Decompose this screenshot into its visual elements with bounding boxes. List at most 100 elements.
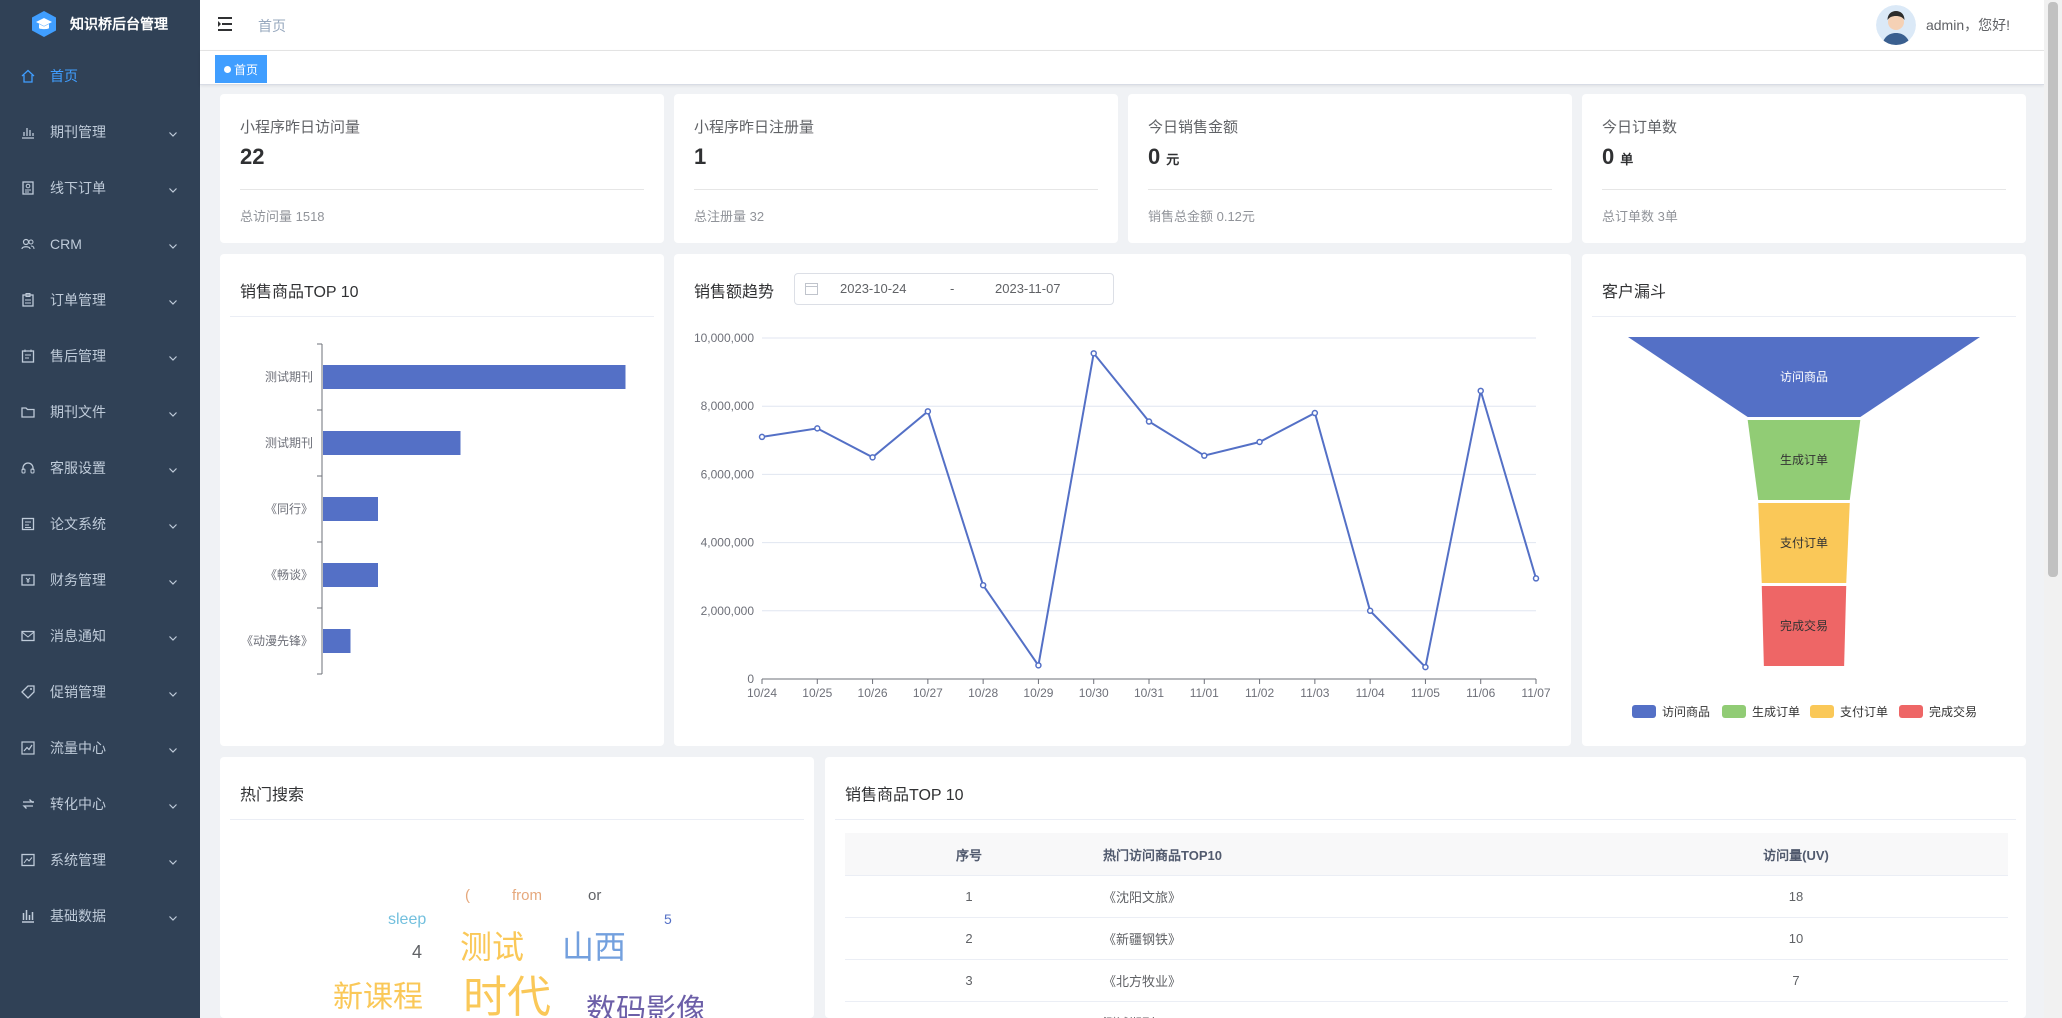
stat-footer: 总注册量 32 <box>694 209 765 224</box>
data-point[interactable] <box>1090 350 1097 357</box>
home-icon <box>20 68 36 84</box>
data-point[interactable] <box>758 433 766 441</box>
data-point[interactable] <box>1201 452 1208 459</box>
stat-title: 小程序昨日访问量 <box>240 119 361 136</box>
sidebar-item-14[interactable]: 系统管理 <box>0 832 200 888</box>
sidebar-item-label: 线下订单 <box>50 180 106 196</box>
category-label: 测试期刊 <box>265 435 313 450</box>
search-keyword[interactable]: 新课程 <box>333 972 423 1016</box>
divider <box>230 316 654 317</box>
search-keyword[interactable]: or <box>588 887 601 904</box>
tag-home[interactable]: 首页 <box>215 55 268 83</box>
data-point[interactable] <box>1311 409 1319 417</box>
message-icon <box>20 628 36 644</box>
legend-item[interactable]: 生成订单 <box>1722 705 1800 719</box>
brand[interactable]: 知识桥后台管理 <box>0 0 200 48</box>
chevron-down-icon <box>168 630 178 641</box>
table-cell: 2 <box>845 917 1093 960</box>
user-menu[interactable]: admin，您好! <box>1875 5 2010 45</box>
table-row[interactable]: 2 《新疆钢铁》 10 <box>845 917 2008 960</box>
menu-toggle-icon[interactable] <box>217 15 235 33</box>
sidebar-item-1[interactable]: 期刊管理 <box>0 104 200 160</box>
sidebar-item-label: 转化中心 <box>50 796 106 812</box>
data-point[interactable] <box>869 454 876 461</box>
date-range-picker[interactable]: 2023-10-24 - 2023-11-07 <box>794 273 1114 305</box>
legend-item[interactable]: 完成交易 <box>1899 704 1977 719</box>
chevron-down-icon <box>168 126 178 137</box>
sidebar-item-8[interactable]: 论文系统 <box>0 496 200 552</box>
search-keyword[interactable]: 数码影像 <box>586 985 706 1018</box>
data-point[interactable] <box>814 425 821 432</box>
sidebar-item-0[interactable]: 首页 <box>0 48 200 104</box>
bar[interactable] <box>323 431 461 455</box>
page-scrollbar[interactable] <box>2044 0 2062 1018</box>
legend-swatch <box>1722 705 1746 718</box>
sidebar-item-15[interactable]: 基础数据 <box>0 888 200 944</box>
sidebar-item-6[interactable]: 期刊文件 <box>0 384 200 440</box>
table-row[interactable]: 4测试期刊6 <box>845 1001 2008 1018</box>
legend-label: 生成订单 <box>1752 705 1800 719</box>
sidebar-item-7[interactable]: 客服设置 <box>0 440 200 496</box>
end-date-input[interactable]: 2023-11-07 <box>995 281 1061 296</box>
sidebar-item-12[interactable]: 流量中心 <box>0 720 200 776</box>
x-tick-label: 10/30 <box>1079 686 1109 700</box>
search-keyword[interactable]: sleep <box>388 911 426 929</box>
search-keyword[interactable]: 时代 <box>463 961 551 1018</box>
data-point[interactable] <box>1145 418 1153 425</box>
legend-label: 访问商品 <box>1662 704 1710 719</box>
legend-item[interactable]: 支付订单 <box>1810 705 1888 719</box>
start-date-input[interactable]: 2023-10-24 <box>840 281 907 296</box>
avatar[interactable] <box>1875 5 1916 45</box>
table-row[interactable]: 3 《北方牧业》 7 <box>845 959 2008 1002</box>
search-keyword[interactable]: ( <box>465 887 470 904</box>
sidebar-item-4[interactable]: 订单管理 <box>0 272 200 328</box>
data-point[interactable] <box>1035 662 1042 669</box>
data-point[interactable] <box>1532 575 1540 582</box>
paper-icon <box>20 516 36 532</box>
bar[interactable] <box>323 629 351 653</box>
bar[interactable] <box>323 563 378 587</box>
data-point[interactable] <box>1477 387 1484 395</box>
chevron-down-icon <box>168 686 178 697</box>
sidebar-item-13[interactable]: 转化中心 <box>0 776 200 832</box>
panel-title: 热门搜索 <box>240 787 305 804</box>
search-keyword[interactable]: 4 <box>412 942 422 963</box>
divider <box>1602 189 2006 190</box>
stat-card-orders: 今日订单数 0单 总订单数 3单 <box>1582 94 2026 243</box>
sidebar-item-3[interactable]: CRM <box>0 216 200 272</box>
sidebar-item-5[interactable]: 售后管理 <box>0 328 200 384</box>
x-tick-label: 11/01 <box>1190 686 1219 700</box>
search-keyword[interactable]: from <box>512 887 542 904</box>
bar[interactable] <box>323 365 626 389</box>
chevron-down-icon <box>168 518 178 529</box>
sidebar-item-10[interactable]: 消息通知 <box>0 608 200 664</box>
legend-label: 完成交易 <box>1929 704 1977 719</box>
table-row[interactable]: 1 《沈阳文旅》 18 <box>845 875 2008 918</box>
x-tick-label: 11/06 <box>1466 686 1495 700</box>
sidebar-item-9[interactable]: 财务管理 <box>0 552 200 608</box>
stat-card-visits: 小程序昨日访问量 22 总访问量 1518 <box>220 94 664 243</box>
data-point[interactable] <box>979 581 987 589</box>
stat-value: 0单 <box>1602 144 1634 169</box>
top10-table-card: 销售商品TOP 10 序号 热门访问商品TOP10 访问量(UV) 1 《沈阳文旅… <box>825 757 2026 1018</box>
search-keyword[interactable]: 5 <box>664 911 672 927</box>
scrollbar-thumb[interactable] <box>2048 2 2058 577</box>
breadcrumb[interactable]: 首页 <box>258 16 286 36</box>
search-keyword[interactable]: 山西 <box>562 922 626 968</box>
tag-dot-icon <box>224 65 231 73</box>
sidebar-item-11[interactable]: 促销管理 <box>0 664 200 720</box>
convert-icon <box>20 796 36 812</box>
panel-title: 销售商品TOP 10 <box>240 284 359 301</box>
data-point[interactable] <box>1366 607 1374 615</box>
legend-item[interactable]: 访问商品 <box>1632 704 1710 719</box>
data-point[interactable] <box>924 408 932 415</box>
top10-table: 序号 热门访问商品TOP10 访问量(UV) 1 《沈阳文旅》 18 2 《新疆钢铁》 1… <box>845 833 2008 1018</box>
table-cell: 《沈阳文旅》 <box>1093 875 1584 918</box>
system-icon <box>20 852 36 868</box>
data-point[interactable] <box>1422 663 1429 671</box>
top10-bar-chart: 测试期刊测试期刊《同行》《畅谈》《动漫先锋》 <box>241 343 626 675</box>
data-point[interactable] <box>1256 438 1263 446</box>
sidebar-item-2[interactable]: 线下订单 <box>0 160 200 216</box>
bar[interactable] <box>323 497 378 521</box>
chevron-down-icon <box>168 462 178 473</box>
